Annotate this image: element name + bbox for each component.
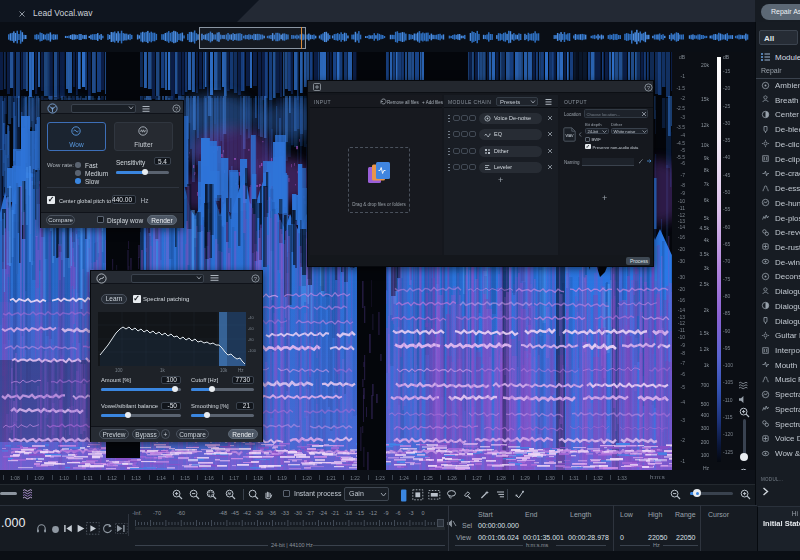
svg-text:?: ? — [175, 105, 179, 111]
svg-text:?: ? — [254, 275, 258, 281]
svg-text:?: ? — [647, 85, 651, 91]
